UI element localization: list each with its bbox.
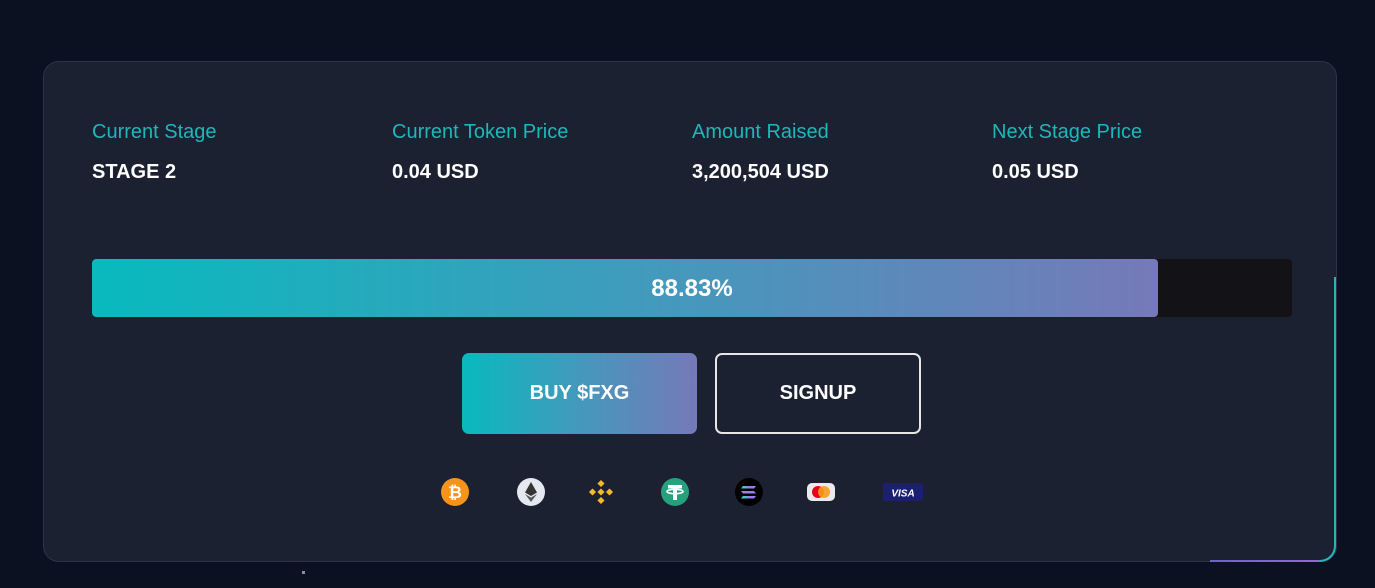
ethereum-icon [517, 478, 545, 506]
stat-value: 0.04 USD [392, 161, 479, 183]
binance-icon [588, 479, 614, 505]
payment-methods: ₿ VISA [440, 473, 950, 511]
visa-text: VISA [891, 489, 914, 500]
stat-amount-raised: Amount Raised 3,200,504 USD [692, 120, 992, 184]
stat-next-stage-price: Next Stage Price 0.05 USD [992, 120, 1292, 184]
stat-value: 3,200,504 USD [692, 161, 829, 183]
action-buttons: BUY $FXG SIGNUP [462, 353, 921, 434]
presale-panel: Current Stage STAGE 2 Current Token Pric… [43, 61, 1337, 562]
svg-text:₿: ₿ [448, 483, 462, 502]
panel-accent-border [1320, 277, 1336, 562]
solana-icon [735, 478, 763, 506]
stats-row: Current Stage STAGE 2 Current Token Pric… [92, 120, 1292, 184]
stat-label: Amount Raised [692, 121, 829, 143]
decorative-dot [302, 571, 305, 574]
stat-current-stage: Current Stage STAGE 2 [92, 120, 392, 184]
mastercard-icon [807, 483, 835, 501]
stat-value: STAGE 2 [92, 161, 177, 183]
panel-accent-bar [1210, 560, 1320, 562]
stat-label: Next Stage Price [992, 121, 1143, 143]
visa-icon: VISA [883, 483, 923, 501]
buy-token-button[interactable]: BUY $FXG [462, 353, 697, 434]
presale-page: Current Stage STAGE 2 Current Token Pric… [0, 0, 1375, 588]
bitcoin-icon: ₿ [441, 478, 469, 506]
presale-progress-bar: 88.83% [92, 259, 1292, 317]
stat-current-token-price: Current Token Price 0.04 USD [392, 120, 692, 184]
stat-label: Current Token Price [392, 121, 569, 143]
stat-value: 0.05 USD [992, 161, 1079, 183]
stat-label: Current Stage [92, 121, 217, 143]
signup-button[interactable]: SIGNUP [715, 353, 921, 434]
tether-icon [661, 478, 689, 506]
progress-percent-label: 88.83% [651, 275, 733, 302]
